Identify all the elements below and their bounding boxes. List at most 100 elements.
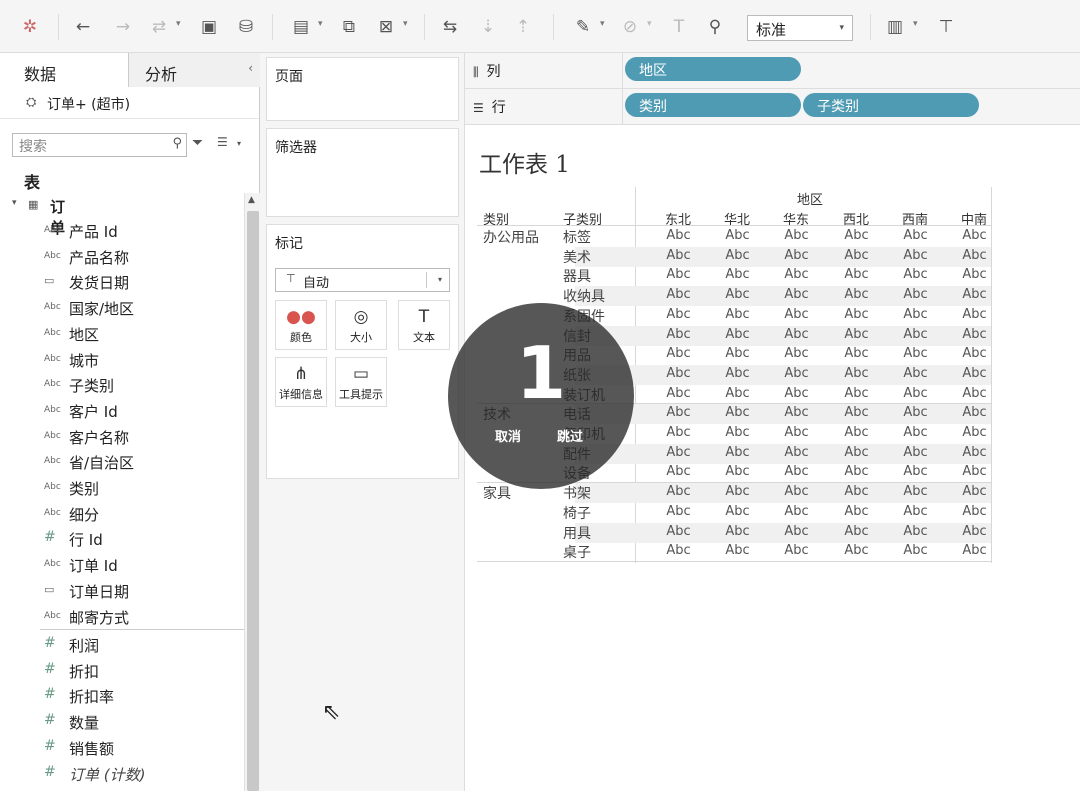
size-button[interactable]: ◎ 大小 <box>335 300 387 350</box>
field-item[interactable]: # 利润 <box>0 633 244 658</box>
collapse-pane-icon[interactable]: ‹ <box>248 61 253 75</box>
table-cell[interactable]: Abc <box>710 386 765 401</box>
table-cell[interactable]: Abc <box>651 366 706 381</box>
table-cell[interactable]: Abc <box>829 366 884 381</box>
table-cell[interactable]: Abc <box>769 327 824 342</box>
table-cell[interactable]: Abc <box>888 504 943 519</box>
table-cell[interactable]: Abc <box>769 504 824 519</box>
table-cell[interactable]: Abc <box>947 307 1002 322</box>
sort-descending-icon[interactable]: ⇡ <box>510 14 536 40</box>
table-cell[interactable]: Abc <box>888 464 943 479</box>
show-me-icon[interactable]: ▥ <box>882 14 908 40</box>
color-button[interactable]: ●● 颜色 <box>275 300 327 350</box>
table-cell[interactable]: Abc <box>888 445 943 460</box>
table-cell[interactable]: Abc <box>829 307 884 322</box>
table-cell[interactable]: Abc <box>947 464 1002 479</box>
table-cell[interactable]: Abc <box>769 445 824 460</box>
region-header[interactable]: 地区 <box>797 189 823 208</box>
field-item[interactable]: # 订单 (计数) <box>0 762 244 787</box>
table-cell[interactable]: Abc <box>769 248 824 263</box>
table-cell[interactable]: Abc <box>947 267 1002 282</box>
table-cell[interactable]: Abc <box>888 307 943 322</box>
table-cell[interactable]: Abc <box>947 445 1002 460</box>
field-item[interactable]: Abc 客户 Id <box>0 399 244 424</box>
rows-pill-category[interactable]: 类别 <box>625 93 801 117</box>
table-cell[interactable]: Abc <box>710 287 765 302</box>
table-cell[interactable]: Abc <box>829 386 884 401</box>
table-cell[interactable]: Abc <box>829 267 884 282</box>
filter-icon[interactable]: ⏷ <box>192 135 203 151</box>
table-cell[interactable]: Abc <box>710 327 765 342</box>
table-cell[interactable]: Abc <box>947 287 1002 302</box>
table-cell[interactable]: Abc <box>710 248 765 263</box>
table-cell[interactable]: Abc <box>769 425 824 440</box>
table-cell[interactable]: Abc <box>710 228 765 243</box>
table-cell[interactable]: Abc <box>651 228 706 243</box>
table-cell[interactable]: Abc <box>947 543 1002 558</box>
table-cell[interactable]: Abc <box>710 405 765 420</box>
swap-rows-cols-icon[interactable]: ⇆ <box>437 14 463 40</box>
scroll-up-icon[interactable]: ▲ <box>248 195 255 205</box>
table-cell[interactable]: Abc <box>829 484 884 499</box>
table-cell[interactable]: Abc <box>651 425 706 440</box>
tableau-logo-icon[interactable]: ✲ <box>17 14 43 40</box>
table-cell[interactable]: Abc <box>769 484 824 499</box>
detail-button[interactable]: ⋔ 详细信息 <box>275 357 327 407</box>
table-cell[interactable]: Abc <box>829 287 884 302</box>
field-item[interactable]: Abc 省/自治区 <box>0 450 244 475</box>
filters-card[interactable]: 筛选器 <box>266 128 459 217</box>
table-cell[interactable]: Abc <box>947 248 1002 263</box>
table-cell[interactable]: Abc <box>651 524 706 539</box>
table-cell[interactable]: Abc <box>829 464 884 479</box>
table-cell[interactable]: Abc <box>710 267 765 282</box>
duplicate-sheet-icon[interactable]: ⧉ <box>336 14 362 40</box>
table-cell[interactable]: Abc <box>651 267 706 282</box>
table-cell[interactable]: Abc <box>947 366 1002 381</box>
field-item[interactable]: # 行 Id <box>0 527 244 552</box>
table-cell[interactable]: Abc <box>769 346 824 361</box>
table-cell[interactable]: Abc <box>829 327 884 342</box>
field-item[interactable]: # 折扣率 <box>0 684 244 709</box>
table-cell[interactable]: Abc <box>947 228 1002 243</box>
subcategory-label[interactable]: 美术 <box>563 247 591 267</box>
field-item[interactable]: Abc 国家/地区 <box>0 296 244 321</box>
subcategory-label[interactable]: 书架 <box>563 483 591 503</box>
table-cell[interactable]: Abc <box>888 543 943 558</box>
field-item[interactable]: Abc 产品 Id <box>0 219 244 244</box>
table-cell[interactable]: Abc <box>947 425 1002 440</box>
field-item[interactable]: Abc 邮寄方式 <box>0 605 244 630</box>
table-cell[interactable]: Abc <box>829 445 884 460</box>
rows-pill-subcategory[interactable]: 子类别 <box>803 93 979 117</box>
add-datasource-icon[interactable]: ⛁ <box>233 14 259 40</box>
table-cell[interactable]: Abc <box>769 287 824 302</box>
table-cell[interactable]: Abc <box>651 445 706 460</box>
table-cell[interactable]: Abc <box>888 327 943 342</box>
search-input[interactable]: 搜索 ⚲ <box>12 133 187 157</box>
table-cell[interactable]: Abc <box>651 484 706 499</box>
presentation-icon[interactable]: ⊤ <box>933 14 959 40</box>
table-cell[interactable]: Abc <box>651 386 706 401</box>
tour-cancel-button[interactable]: 取消 <box>495 426 521 445</box>
highlight-caret-icon[interactable]: ▾ <box>600 19 605 29</box>
scroll-thumb[interactable] <box>247 211 259 791</box>
table-cell[interactable]: Abc <box>947 386 1002 401</box>
table-cell[interactable]: Abc <box>829 543 884 558</box>
field-item[interactable]: # 折扣 <box>0 659 244 684</box>
show-me-caret-icon[interactable]: ▾ <box>913 19 918 29</box>
table-cell[interactable]: Abc <box>710 504 765 519</box>
field-item[interactable]: Abc 订单 Id <box>0 553 244 578</box>
table-cell[interactable]: Abc <box>651 248 706 263</box>
list-view-icon[interactable]: ☰ <box>217 135 228 149</box>
table-cell[interactable]: Abc <box>710 346 765 361</box>
table-cell[interactable]: Abc <box>829 425 884 440</box>
table-cell[interactable]: Abc <box>888 484 943 499</box>
field-item[interactable]: Abc 城市 <box>0 348 244 373</box>
table-cell[interactable]: Abc <box>829 524 884 539</box>
table-cell[interactable]: Abc <box>651 307 706 322</box>
table-cell[interactable]: Abc <box>710 425 765 440</box>
table-cell[interactable]: Abc <box>651 504 706 519</box>
table-cell[interactable]: Abc <box>710 484 765 499</box>
table-cell[interactable]: Abc <box>769 543 824 558</box>
table-cell[interactable]: Abc <box>769 386 824 401</box>
tab-data[interactable]: 数据 <box>0 53 128 87</box>
